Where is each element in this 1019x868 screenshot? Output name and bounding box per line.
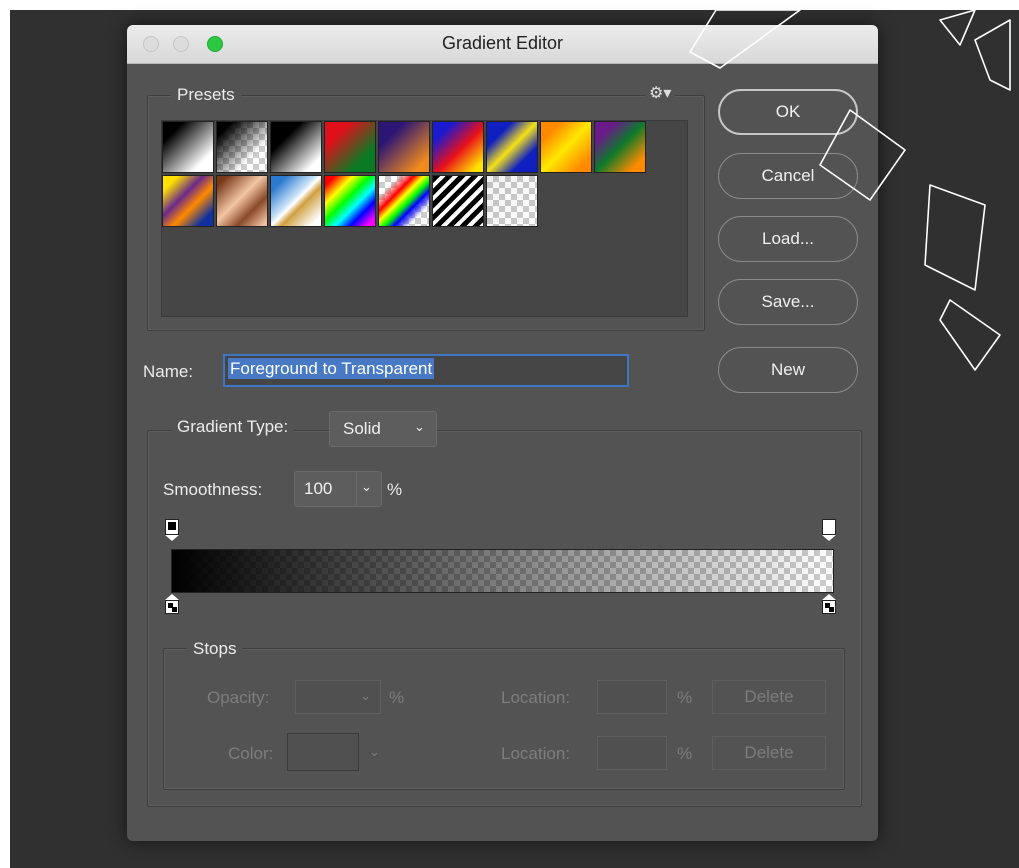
chevron-down-icon: ⌄	[360, 688, 371, 703]
color-stop-end-glyph-2	[829, 607, 834, 612]
preset-swatch-violet-orange[interactable]	[378, 121, 430, 173]
color-location-unit: %	[677, 744, 693, 763]
preset-swatch-fill	[487, 176, 537, 226]
stop-opacity-field[interactable]: ⌄	[295, 680, 381, 714]
opacity-location-label: Location:	[501, 688, 570, 707]
preset-swatch-blue-red-yellow[interactable]	[432, 121, 484, 173]
preset-swatch-foreground-to-transparent[interactable]	[216, 121, 268, 173]
preset-swatch-neutral-density[interactable]	[486, 175, 538, 227]
preset-swatch-yellow-violet-orange-blue[interactable]	[162, 175, 214, 227]
load-button[interactable]: Load...	[718, 216, 858, 262]
preset-swatch-fill	[325, 176, 375, 226]
preset-swatch-violet-green-orange[interactable]	[594, 121, 646, 173]
name-field[interactable]: Foreground to Transparent	[223, 354, 629, 387]
preset-swatch-fill	[271, 122, 321, 172]
opacity-stop-start[interactable]	[165, 519, 179, 535]
preset-swatch-fill	[595, 122, 645, 172]
stop-color-swatch[interactable]	[287, 733, 359, 771]
chevron-down-icon: ⌄	[414, 419, 425, 434]
preset-swatch-orange-yellow-orange[interactable]	[540, 121, 592, 173]
preset-swatch-fill	[433, 176, 483, 226]
chevron-down-icon[interactable]: ⌄	[369, 744, 380, 760]
preset-swatch-red-green[interactable]	[324, 121, 376, 173]
opacity-unit: %	[389, 688, 405, 707]
smoothness-unit: %	[387, 480, 403, 499]
gear-icon[interactable]: ⚙▾	[645, 83, 676, 103]
save-button[interactable]: Save...	[718, 279, 858, 325]
opacity-location-unit: %	[677, 688, 693, 707]
color-stop-start[interactable]	[165, 600, 179, 614]
name-field-value: Foreground to Transparent	[228, 358, 435, 379]
color-location-label: Location:	[501, 744, 570, 763]
smoothness-label: Smoothness:	[163, 480, 263, 499]
name-label: Name:	[143, 362, 194, 381]
gradient-preview-bar[interactable]	[171, 549, 834, 593]
separator	[356, 472, 357, 506]
preset-swatch-fill	[163, 176, 213, 226]
opacity-stop-start-pointer	[165, 535, 179, 541]
smoothness-field[interactable]: 100 ⌄	[294, 471, 382, 507]
delete-opacity-stop-button[interactable]: Delete	[712, 680, 826, 714]
preset-swatch-fill	[541, 122, 591, 172]
delete-color-stop-button[interactable]: Delete	[712, 736, 826, 770]
smoothness-value: 100	[304, 479, 333, 498]
preset-swatch-transparent-stripes[interactable]	[432, 175, 484, 227]
preset-swatch-fill	[433, 122, 483, 172]
opacity-stop-end-pointer	[822, 535, 836, 541]
preset-swatch-fill	[379, 122, 429, 172]
opacity-label: Opacity:	[207, 688, 270, 707]
opacity-stop-start-swatch	[168, 522, 176, 530]
preset-swatch-fill	[487, 122, 537, 172]
preset-swatch-foreground-to-background[interactable]	[162, 121, 214, 173]
stops-legend: Stops	[187, 639, 243, 659]
gradient-type-label: Gradient Type:	[171, 417, 295, 437]
preset-swatch-spectrum[interactable]	[324, 175, 376, 227]
new-button[interactable]: New	[718, 347, 858, 393]
title-bar: Gradient Editor	[127, 25, 878, 64]
preset-swatch-fill	[379, 176, 429, 226]
chevron-down-icon[interactable]: ⌄	[361, 479, 372, 495]
ok-button[interactable]: OK	[718, 89, 858, 135]
color-stop-start-glyph-2	[172, 607, 177, 612]
color-stop-end[interactable]	[822, 600, 836, 614]
preset-swatch-grid	[161, 120, 688, 317]
color-location-field[interactable]	[597, 736, 667, 770]
window-title: Gradient Editor	[441, 33, 564, 53]
preset-swatch-transparent-rainbow[interactable]	[378, 175, 430, 227]
presets-legend: Presets	[171, 85, 241, 105]
preset-swatch-fill	[163, 122, 213, 172]
preset-swatch-fill	[325, 122, 375, 172]
color-label: Color:	[228, 744, 274, 763]
gradient-type-select[interactable]: Solid ⌄	[329, 411, 437, 447]
preset-swatch-blue-yellow-blue[interactable]	[486, 121, 538, 173]
gradient-editor-dialog: Gradient Editor Presets ⚙▾ OK Cancel Loa…	[127, 25, 878, 841]
gradient-preview-fill	[172, 550, 833, 592]
gradient-type-value: Solid	[343, 419, 381, 438]
preset-swatch-fill	[217, 176, 267, 226]
preset-swatch-fill	[217, 122, 267, 172]
opacity-stop-end[interactable]	[822, 519, 836, 535]
opacity-location-field[interactable]	[597, 680, 667, 714]
preset-swatch-copper[interactable]	[216, 175, 268, 227]
preset-swatch-black-white[interactable]	[270, 121, 322, 173]
preset-swatch-fill	[271, 176, 321, 226]
preset-swatch-chrome[interactable]	[270, 175, 322, 227]
cancel-button[interactable]: Cancel	[718, 153, 858, 199]
